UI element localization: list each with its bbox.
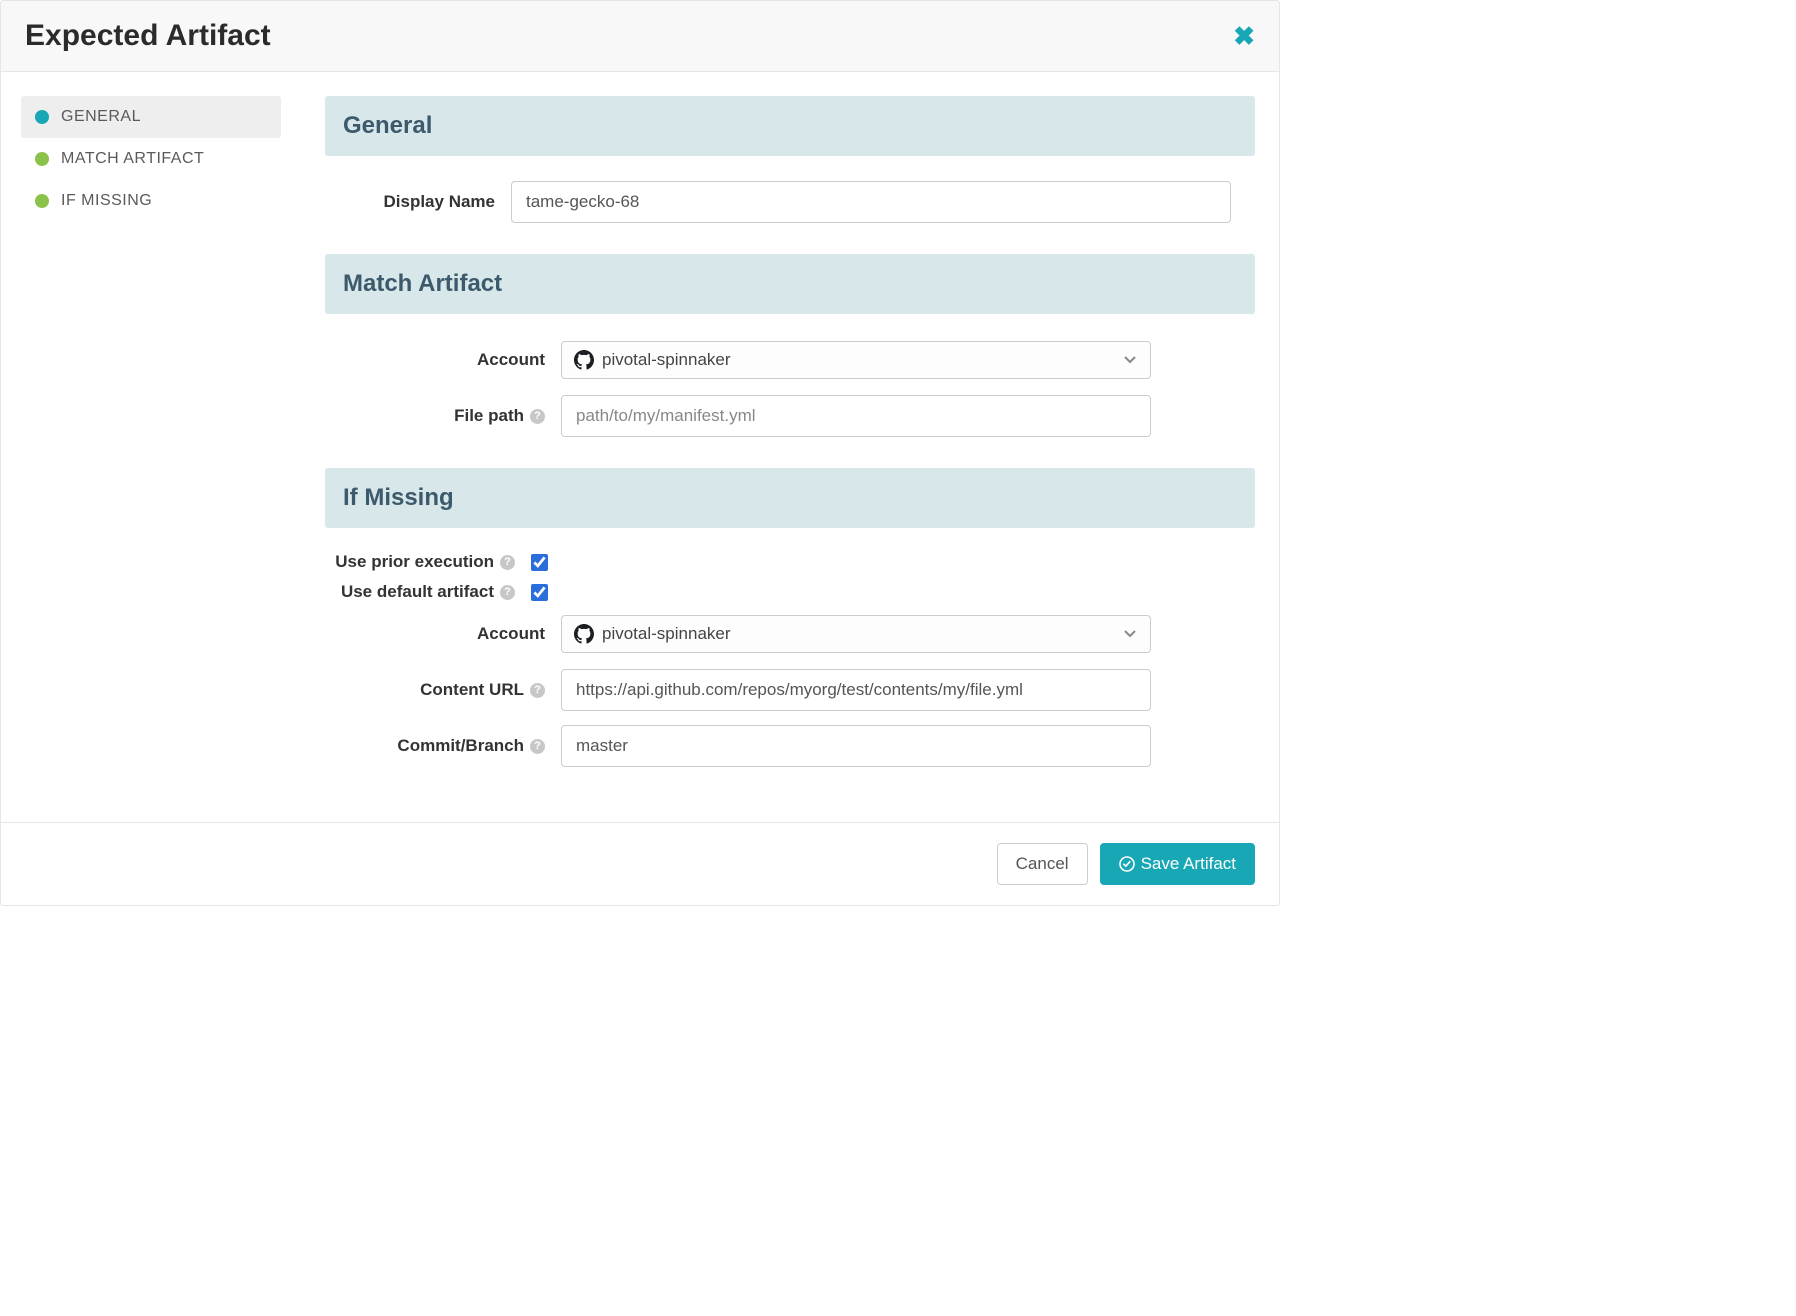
- match-account-label: Account: [477, 350, 545, 370]
- match-account-value: pivotal-spinnaker: [602, 350, 731, 370]
- save-artifact-button[interactable]: Save Artifact: [1100, 843, 1255, 885]
- use-default-artifact-checkbox[interactable]: [531, 584, 548, 601]
- use-prior-execution-label: Use prior execution: [335, 552, 494, 572]
- help-icon[interactable]: ?: [500, 555, 515, 570]
- content-url-input[interactable]: [561, 669, 1151, 711]
- file-path-label: File path: [454, 406, 524, 426]
- ifmissing-account-value: pivotal-spinnaker: [602, 624, 731, 644]
- github-icon: [574, 624, 594, 644]
- commit-branch-label: Commit/Branch: [397, 736, 524, 756]
- commit-branch-input[interactable]: [561, 725, 1151, 767]
- expected-artifact-modal: Expected Artifact ✖ GENERAL MATCH ARTIFA…: [0, 0, 1280, 906]
- section-match-artifact: Match Artifact Account pivotal-spinnaker: [325, 254, 1255, 438]
- section-header-match: Match Artifact: [325, 254, 1255, 314]
- sidebar-item-label: MATCH ARTIFACT: [61, 150, 204, 168]
- help-icon[interactable]: ?: [530, 683, 545, 698]
- section-header-general: General: [325, 96, 1255, 156]
- sidebar-item-match-artifact[interactable]: MATCH ARTIFACT: [21, 138, 281, 180]
- help-icon[interactable]: ?: [500, 585, 515, 600]
- save-button-label: Save Artifact: [1141, 854, 1236, 874]
- use-default-artifact-label: Use default artifact: [341, 582, 494, 602]
- content-url-label: Content URL: [420, 680, 524, 700]
- use-prior-execution-checkbox[interactable]: [531, 554, 548, 571]
- match-account-select[interactable]: pivotal-spinnaker: [561, 341, 1151, 379]
- cancel-button[interactable]: Cancel: [997, 843, 1088, 885]
- sidebar-item-label: IF MISSING: [61, 192, 152, 210]
- status-dot-icon: [35, 152, 49, 166]
- github-icon: [574, 350, 594, 370]
- section-if-missing: If Missing Use prior execution ? Use def…: [325, 468, 1255, 768]
- sidebar-item-if-missing[interactable]: IF MISSING: [21, 180, 281, 222]
- display-name-label: Display Name: [325, 192, 495, 212]
- modal-title: Expected Artifact: [25, 19, 271, 53]
- check-circle-icon: [1119, 856, 1135, 872]
- close-icon[interactable]: ✖: [1233, 23, 1255, 49]
- main-content: General Display Name Match Artifact: [301, 72, 1279, 822]
- help-icon[interactable]: ?: [530, 409, 545, 424]
- ifmissing-account-select[interactable]: pivotal-spinnaker: [561, 615, 1151, 653]
- section-general: General Display Name: [325, 96, 1255, 224]
- ifmissing-account-label: Account: [477, 624, 545, 644]
- help-icon[interactable]: ?: [530, 739, 545, 754]
- sidebar: GENERAL MATCH ARTIFACT IF MISSING: [1, 72, 301, 822]
- modal-footer: Cancel Save Artifact: [1, 822, 1279, 905]
- chevron-down-icon: [1124, 625, 1136, 643]
- modal-header: Expected Artifact ✖: [1, 1, 1279, 72]
- display-name-input[interactable]: [511, 181, 1231, 223]
- file-path-input[interactable]: [561, 395, 1151, 437]
- status-dot-icon: [35, 110, 49, 124]
- status-dot-icon: [35, 194, 49, 208]
- modal-body: GENERAL MATCH ARTIFACT IF MISSING Genera…: [1, 72, 1279, 822]
- chevron-down-icon: [1124, 351, 1136, 369]
- sidebar-item-general[interactable]: GENERAL: [21, 96, 281, 138]
- section-header-if-missing: If Missing: [325, 468, 1255, 528]
- sidebar-item-label: GENERAL: [61, 108, 141, 126]
- cancel-button-label: Cancel: [1016, 854, 1069, 874]
